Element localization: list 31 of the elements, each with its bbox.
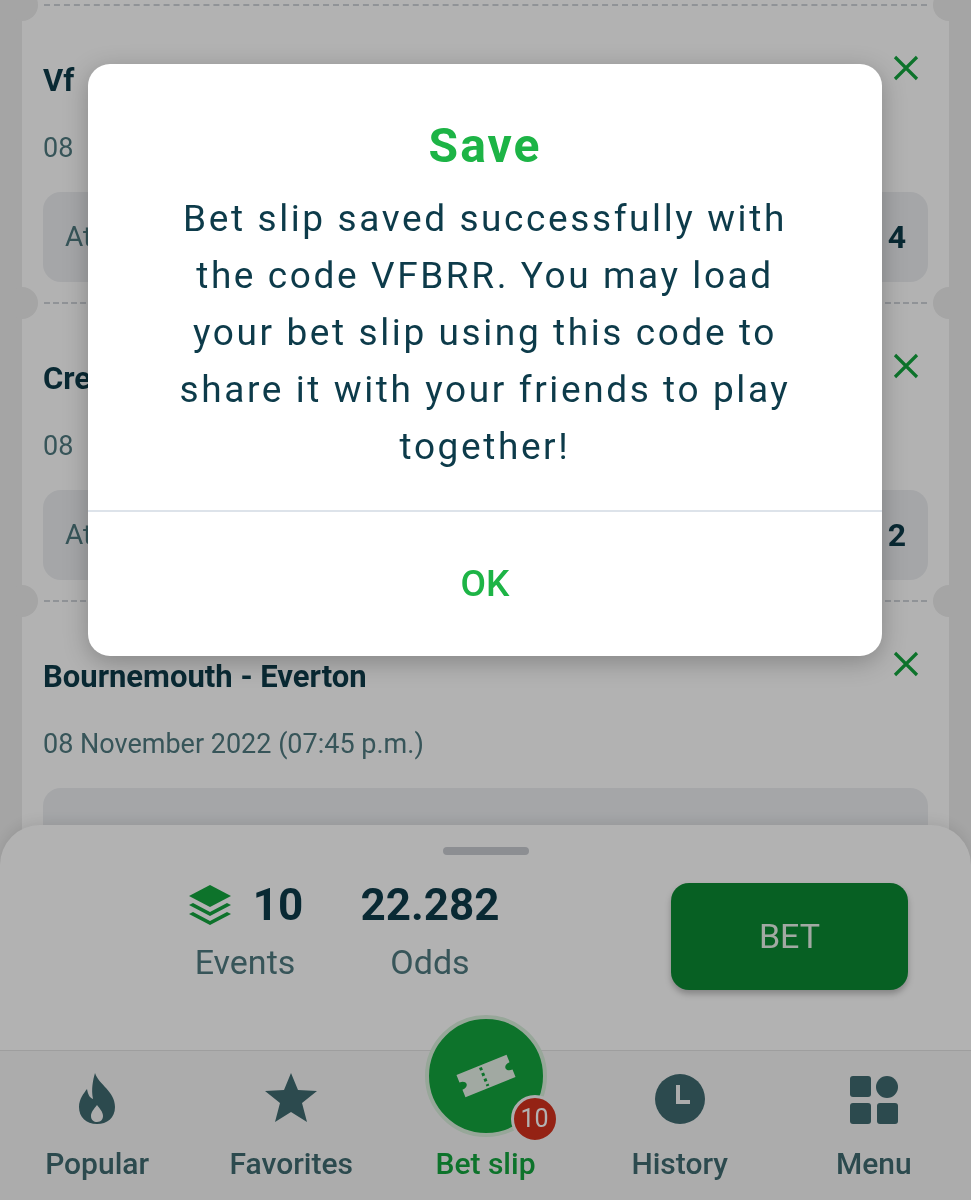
odds-label: Odds (390, 941, 470, 984)
market-odds: 2 (887, 515, 906, 556)
nav-tab[interactable]: History (582, 1051, 777, 1200)
nav-tab[interactable]: Menu (776, 1051, 971, 1200)
clock-icon (653, 1073, 706, 1125)
card-divider (44, 600, 86, 602)
dialog-title: Save (427, 116, 543, 176)
nav-tab[interactable]: Favorites (194, 1051, 389, 1200)
card-divider (885, 600, 927, 602)
match-title: Vf (43, 64, 75, 96)
match-date: 08 (43, 429, 74, 464)
close-icon[interactable] (892, 352, 920, 380)
nav-tab[interactable]: Popular (0, 1051, 195, 1200)
match-title: Cre (43, 362, 92, 394)
match-title: Bournemouth - Everton (43, 660, 367, 692)
dialog-message: Bet slip saved successfully with the code VFBRR. You may load your bet slip using this code to share it with your friends to play together! (178, 196, 792, 470)
sheet-handle[interactable] (442, 847, 529, 855)
events-label: Events (194, 941, 296, 984)
bet-button[interactable]: BET (671, 883, 908, 990)
match-date: 08 November 2022 (07:45 p.m.) (43, 727, 424, 762)
market-odds: 4 (887, 217, 906, 258)
events-count: 10 (252, 878, 304, 933)
close-icon[interactable] (892, 54, 920, 82)
ok-button[interactable]: OK (88, 512, 882, 656)
total-odds: 22.282 (360, 878, 500, 933)
match-date: 08 (43, 131, 74, 166)
card-divider (885, 302, 927, 304)
menu-icon (848, 1075, 899, 1125)
count-badge: 10 (510, 1095, 559, 1143)
close-icon[interactable] (892, 650, 920, 678)
card-divider (44, 302, 86, 304)
